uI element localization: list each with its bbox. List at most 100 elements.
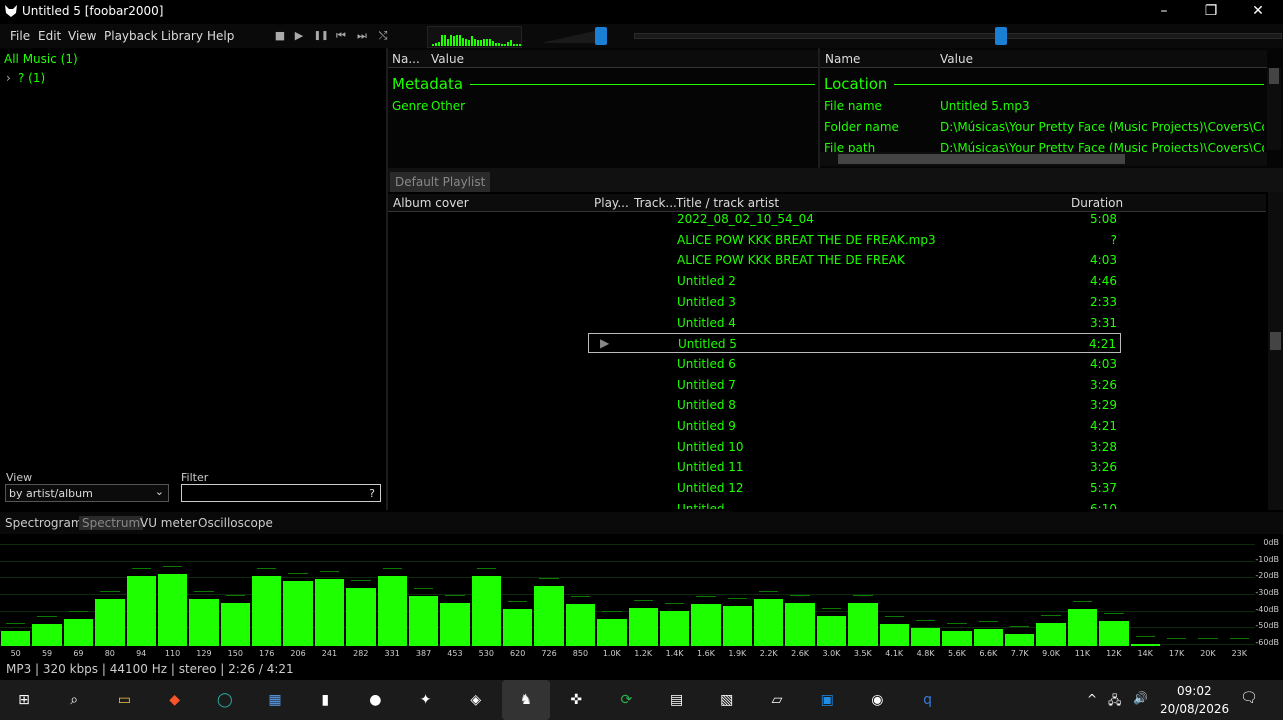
tree-item-unknown[interactable]: ? (1) [18, 71, 45, 85]
playlist-row[interactable]: Untitled 4 3:31 [588, 313, 1121, 333]
column-album-cover[interactable]: Album cover [393, 196, 469, 210]
playlist-scrollbar[interactable] [1268, 192, 1283, 510]
column-value[interactable]: Value [431, 52, 464, 66]
playlist-row[interactable]: Untitled 9 4:21 [588, 416, 1121, 436]
playlist-row[interactable]: Untitled 8 3:29 [588, 395, 1121, 415]
sync-app-icon[interactable]: ⟳ [614, 688, 638, 712]
tray-overflow-icon[interactable]: ^ [1087, 692, 1097, 706]
clock-time[interactable]: 09:02 [1177, 684, 1212, 698]
menu-edit[interactable]: Edit [38, 29, 61, 43]
playlist-row[interactable]: Untitled 2 4:46 [588, 271, 1121, 291]
notifications-icon[interactable]: 🗨 [1240, 690, 1258, 706]
clock-date[interactable]: 20/08/2026 [1160, 702, 1229, 716]
maximize-button[interactable]: ❐ [1188, 0, 1234, 24]
playlist-row[interactable]: Untitled 6:10 [588, 499, 1121, 509]
opera-gx-icon[interactable]: ◯ [213, 688, 237, 712]
seek-bar[interactable] [634, 33, 1282, 39]
db-label: -60dB [1255, 638, 1279, 647]
spectrum-bar [1005, 634, 1035, 646]
playlist-row[interactable]: Untitled 6 4:03 [588, 354, 1121, 374]
column-name[interactable]: Name [825, 52, 860, 66]
playlist-row[interactable]: ▶ Untitled 5 4:21 [588, 333, 1121, 354]
menu-playback[interactable]: Playback [104, 29, 158, 43]
previous-button[interactable]: ⏮ [333, 28, 349, 44]
microsoft-store-icon[interactable]: ▦ [263, 688, 287, 712]
eraser-app-icon[interactable]: ▱ [765, 688, 789, 712]
tab-oscilloscope[interactable]: Oscilloscope [195, 516, 276, 530]
tree-item-all-music[interactable]: All Music (1) [4, 52, 78, 66]
next-button[interactable]: ⏭ [354, 28, 370, 44]
volume-slider-thumb[interactable] [595, 27, 607, 45]
search-icon[interactable]: ⌕ [62, 688, 86, 712]
scrollbar-thumb[interactable] [1269, 68, 1279, 84]
mini-spectrum-bar [519, 44, 521, 46]
spectrum-bar [126, 576, 156, 646]
view-select[interactable]: by artist/album ⌄ [5, 484, 169, 502]
foobar2000-icon[interactable]: ♞ [502, 680, 550, 720]
tray-box-icon[interactable]: ▣ [815, 688, 839, 712]
playlist-row[interactable]: ALICE POW KKK BREAT THE DE FREAK 4:03 [588, 250, 1121, 270]
frequency-label: 2.6K [791, 649, 810, 658]
bee-icon[interactable]: ✦ [414, 688, 438, 712]
playlist-row[interactable]: 2022_08_02_10_54_04 5:08 [588, 213, 1121, 229]
stop-button[interactable]: ■ [272, 28, 288, 44]
gamepad-icon[interactable]: ✜ [564, 688, 588, 712]
archive-app-icon[interactable]: ▤ [665, 688, 689, 712]
location-header: Name Value [820, 50, 1267, 68]
column-duration[interactable]: Duration [1071, 196, 1123, 210]
filter-input[interactable]: ? [181, 484, 381, 502]
column-name[interactable]: Na... [392, 52, 420, 66]
spectrum-peak [476, 568, 496, 569]
menu-help[interactable]: Help [207, 29, 234, 43]
horizontal-scrollbar[interactable] [820, 152, 1267, 166]
audio-app-icon[interactable]: ▮ [313, 688, 337, 712]
volume-slider[interactable] [539, 26, 613, 46]
track-title: Untitled 5 [678, 337, 737, 352]
filter-help-icon[interactable]: ? [369, 487, 375, 500]
column-playing[interactable]: Play... [594, 196, 629, 210]
brave-browser-icon[interactable]: ◆ [163, 688, 187, 712]
network-icon[interactable]: 🖧 [1108, 691, 1121, 712]
volume-icon[interactable]: 🔊 [1133, 691, 1148, 705]
pause-button[interactable]: ❚❚ [313, 28, 329, 44]
mini-spectrum-bar [495, 43, 497, 46]
scrollbar-thumb[interactable] [1270, 332, 1281, 350]
playlist-row[interactable]: Untitled 12 5:37 [588, 478, 1121, 498]
menu-file[interactable]: File [10, 29, 30, 43]
minimize-button[interactable]: – [1141, 0, 1187, 24]
random-button[interactable]: ⤭ [375, 28, 391, 44]
diamond-app-icon[interactable]: ◈ [464, 688, 488, 712]
windows-start-icon[interactable]: ⊞ [12, 688, 36, 712]
menu-view[interactable]: View [68, 29, 96, 43]
qbittorrent-icon[interactable]: q [916, 688, 940, 712]
tab-spectrum[interactable]: Spectrum [79, 516, 144, 530]
menu-library[interactable]: Library [161, 29, 203, 43]
close-button[interactable]: ✕ [1235, 0, 1281, 24]
spectrum-peak [633, 599, 653, 601]
column-title[interactable]: Title / track artist [676, 196, 779, 210]
tab-spectrogram[interactable]: Spectrogram [2, 516, 86, 530]
seek-bar-thumb[interactable] [995, 27, 1007, 45]
column-value[interactable]: Value [940, 52, 973, 66]
playlist-row[interactable]: Untitled 11 3:26 [588, 457, 1121, 477]
column-track[interactable]: Track... [634, 196, 677, 210]
track-duration: 3:28 [1090, 439, 1117, 454]
property-name: File name [824, 99, 882, 113]
notepad-app-icon[interactable]: ▧ [715, 688, 739, 712]
playlist-row[interactable]: ALICE POW KKK BREAT THE DE FREAK.mp3? [588, 230, 1121, 250]
frequency-label: 453 [447, 649, 463, 658]
file-explorer-icon[interactable]: ▭ [112, 688, 136, 712]
vertical-scrollbar[interactable] [1267, 68, 1281, 150]
playlist-row[interactable]: Untitled 3 2:33 [588, 292, 1121, 312]
frequency-label: 530 [478, 649, 494, 658]
playlist-row[interactable]: Untitled 10 3:28 [588, 437, 1121, 457]
obs-studio-icon[interactable]: ◉ [865, 688, 889, 712]
play-button[interactable]: ▶ [291, 28, 307, 44]
tab-default-playlist[interactable]: Default Playlist [390, 172, 491, 192]
tab-vu-meter[interactable]: VU meter [137, 516, 200, 530]
tree-expand-icon[interactable]: › [6, 71, 11, 85]
frequency-label: 850 [572, 649, 589, 658]
playlist-row[interactable]: Untitled 7 3:26 [588, 375, 1121, 395]
piggy-icon[interactable]: ● [363, 688, 387, 712]
scrollbar-thumb[interactable] [838, 154, 1125, 164]
